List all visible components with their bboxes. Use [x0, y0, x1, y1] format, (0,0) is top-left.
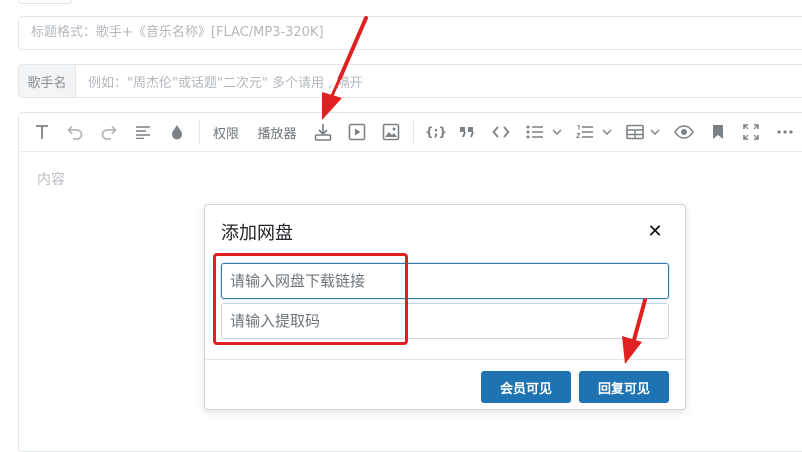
image-icon[interactable] [379, 113, 403, 151]
numbered-list-icon[interactable] [573, 113, 597, 151]
inline-code-icon[interactable] [489, 113, 513, 151]
align-icon[interactable] [131, 113, 155, 151]
chevron-down-icon[interactable] [549, 113, 565, 151]
undo-icon[interactable] [63, 113, 87, 151]
more-icon[interactable] [773, 113, 797, 151]
download-icon[interactable] [311, 113, 335, 151]
title-input[interactable]: 标题格式：歌手+《音乐名称》[FLAC/MP3-320K] [18, 16, 802, 50]
color-drop-icon[interactable] [165, 113, 189, 151]
quote-icon[interactable] [455, 113, 479, 151]
bullet-list-icon[interactable] [523, 113, 547, 151]
add-netdisk-dialog: 添加网盘 ✕ 会员可见 回复可见 [204, 204, 686, 410]
reply-visible-button[interactable]: 回复可见 [579, 371, 669, 403]
dialog-footer: 会员可见 回复可见 [205, 359, 685, 412]
member-visible-button[interactable]: 会员可见 [481, 371, 571, 403]
dialog-title: 添加网盘 [221, 223, 293, 244]
top-input-stub [18, 0, 72, 4]
singer-label: 歌手名 [19, 65, 76, 97]
text-icon[interactable] [31, 113, 53, 151]
preview-eye-icon[interactable] [671, 113, 697, 151]
netdisk-link-input[interactable] [221, 263, 669, 299]
title-placeholder: 标题格式：歌手+《音乐名称》[FLAC/MP3-320K] [31, 25, 324, 40]
video-play-icon[interactable] [345, 113, 369, 151]
bookmark-icon[interactable] [707, 113, 729, 151]
editor-toolbar: 权限 播放器 {;} [19, 113, 802, 152]
singer-input[interactable]: 例如："周杰伦"或话题"二次元" 多个请用 , 隔开 [76, 65, 802, 97]
chevron-down-icon[interactable] [599, 113, 615, 151]
code-block-icon[interactable]: {;} [421, 113, 451, 151]
singer-placeholder: 例如："周杰伦"或话题"二次元" 多个请用 , 隔开 [88, 75, 363, 91]
table-icon[interactable] [623, 113, 647, 151]
permission-button[interactable]: 权限 [209, 113, 243, 151]
redo-icon[interactable] [97, 113, 121, 151]
content-placeholder: 内容 [37, 172, 65, 188]
extract-code-input[interactable] [221, 303, 669, 339]
chevron-down-icon[interactable] [647, 113, 663, 151]
fullscreen-icon[interactable] [739, 113, 763, 151]
close-icon[interactable]: ✕ [643, 219, 667, 243]
player-button[interactable]: 播放器 [253, 113, 301, 151]
singer-field: 歌手名 例如："周杰伦"或话题"二次元" 多个请用 , 隔开 [18, 64, 802, 98]
